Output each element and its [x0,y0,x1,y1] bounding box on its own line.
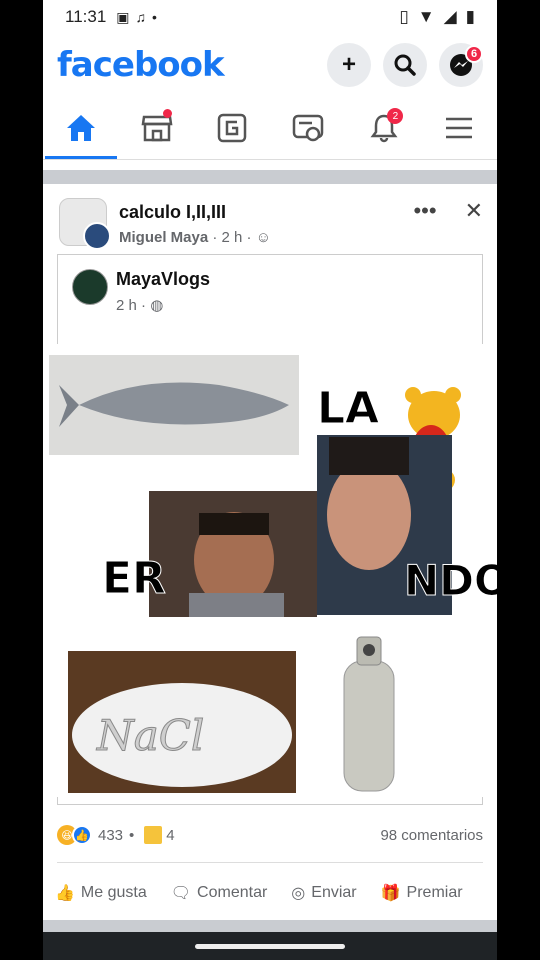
create-button[interactable]: + [327,43,371,87]
wifi-icon: ▼ [417,7,435,26]
comment-icon: 🗨 [170,885,192,902]
actions-divider [57,862,483,863]
phone-screen: 11:31 ▣ ♫ • ▯ ▼ ◢ ▮ facebook + 6 2 calcu… [43,0,497,960]
like-label: Me gusta [80,884,147,901]
meme-text-nacl: NaCl [96,711,204,760]
more-notifications-dot-icon: • [152,9,157,25]
battery-icon: ▮ [465,7,475,26]
messenger-send-icon: ◎ [291,885,306,902]
facebook-logo[interactable]: facebook [57,45,225,85]
send-button[interactable]: ◎ Enviar [291,883,356,903]
home-icon [66,114,95,141]
reward-button[interactable]: 🎁 Premiar [381,883,463,903]
group-name[interactable]: calculo I,II,III [119,202,271,223]
tab-groups[interactable] [194,96,270,159]
notifications-badge: 2 [387,108,404,124]
shared-post-bottom [57,797,483,805]
page-avatar[interactable] [72,269,108,305]
comment-count[interactable]: 98 comentarios [380,827,483,844]
tab-marketplace[interactable] [119,96,195,159]
more-options-icon[interactable]: ••• [413,198,436,224]
reaction-separator: • [129,826,135,844]
send-label: Enviar [311,884,357,901]
close-icon[interactable]: ✕ [465,198,483,224]
tab-notifications[interactable]: 2 [346,96,422,159]
post-actions: 👍 Me gusta 🗨 Comentar ◎ Enviar 🎁 Premiar [55,873,497,913]
post-header: calculo I,II,III Miguel Maya · 2 h · ☺ •… [43,184,497,254]
privacy-icon: ☺ [255,229,272,246]
gift-icon [144,826,163,844]
post-meta: Miguel Maya · 2 h · ☺ [119,229,271,246]
groups-icon [217,113,247,142]
feed-separator-bottom [43,920,497,932]
page-name[interactable]: MayaVlogs [116,269,210,290]
meme-collage: LA ER NDO NaCl [49,355,497,793]
vibrate-icon: ▯ [399,7,409,26]
meme-text-er: ER [102,553,166,604]
reaction-count: 433 [98,826,124,844]
tab-home[interactable] [43,96,119,159]
reactions-summary[interactable]: 😆 👍 433 • 4 98 comentarios [57,820,483,850]
music-notification-icon: ♫ [135,9,147,25]
post-time: · 2 h · [212,229,252,246]
status-bar: 11:31 ▣ ♫ • ▯ ▼ ◢ ▮ [43,0,497,34]
search-button[interactable] [383,43,427,87]
app-notification-icon: ▣ [116,8,130,25]
shared-time: 2 h · [116,297,147,314]
main-tabs: 2 [43,96,497,160]
author-name[interactable]: Miguel Maya [119,229,208,246]
tab-menu[interactable] [421,96,497,159]
watch-icon [292,114,324,141]
globe-icon: ◍ [150,297,164,314]
gift-count: 4 [166,826,175,844]
search-icon [394,54,416,76]
like-reaction-icon: 👍 [72,825,92,845]
messenger-badge: 6 [465,45,483,63]
plus-icon: + [341,51,356,78]
system-nav-bar [43,932,497,960]
shared-meta: 2 h · ◍ [116,296,210,314]
signal-icon: ◢ [443,7,457,26]
messenger-button[interactable]: 6 [439,43,483,87]
post-avatar[interactable] [59,198,111,250]
status-time: 11:31 [65,7,107,26]
home-gesture-pill[interactable] [195,943,345,949]
facebook-header: facebook + 6 [43,34,497,96]
thumbs-up-icon: 👍 [55,885,75,902]
meme-text-ndo: NDO [404,556,497,605]
meme-text-la: LA [317,383,379,434]
reward-label: Premiar [406,884,463,901]
comment-label: Comentar [197,884,268,901]
like-button[interactable]: 👍 Me gusta [55,883,147,903]
feed-separator [43,170,497,184]
meme-image[interactable]: LA ER NDO NaCl [49,345,497,797]
user-avatar [83,222,111,250]
tab-watch[interactable] [270,96,346,159]
gift-box-icon: 🎁 [380,885,401,902]
menu-icon [446,117,473,138]
gas-cylinder-icon [343,636,395,792]
shared-post[interactable]: MayaVlogs 2 h · ◍ [57,254,483,344]
comment-button[interactable]: 🗨 Comentar [171,883,268,903]
